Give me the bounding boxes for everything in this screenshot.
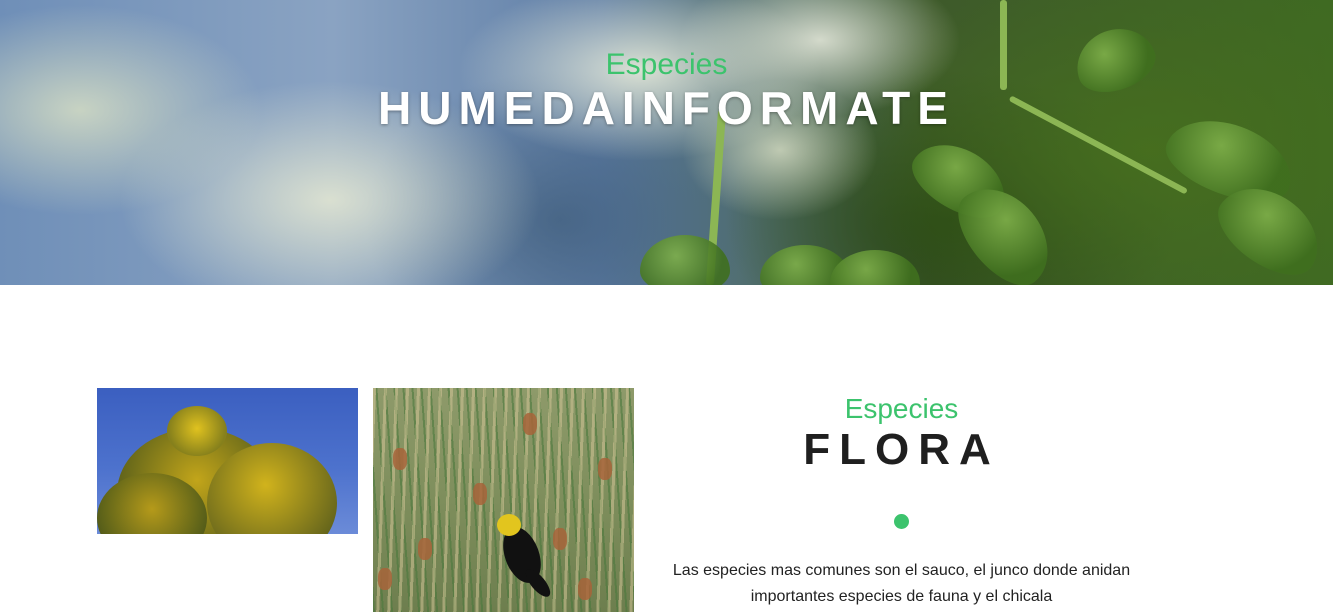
hero-banner: Especies HUMEDAINFORMATE (0, 0, 1333, 285)
bird-head (497, 514, 521, 536)
section-subtitle: Especies (844, 393, 959, 424)
reed-head (553, 528, 567, 550)
reed-head (393, 448, 407, 470)
flora-photo-reeds-bird (373, 388, 634, 612)
reed-head (418, 538, 432, 560)
reed-head (473, 483, 487, 505)
reed-head (378, 568, 392, 590)
tree-foliage (167, 406, 227, 456)
hero-leaf (830, 250, 920, 285)
hero-title: HUMEDAINFORMATE (378, 82, 955, 134)
reed-head (523, 413, 537, 435)
section-description: Las especies mas comunes son el sauco, e… (672, 562, 1131, 605)
hero-subtitle: Especies (605, 48, 728, 81)
section-title: FLORA (803, 425, 1000, 474)
reed-head (598, 458, 612, 480)
reed-head (578, 578, 592, 600)
section-divider-dot (894, 514, 909, 529)
flora-photo-tree (97, 388, 358, 534)
